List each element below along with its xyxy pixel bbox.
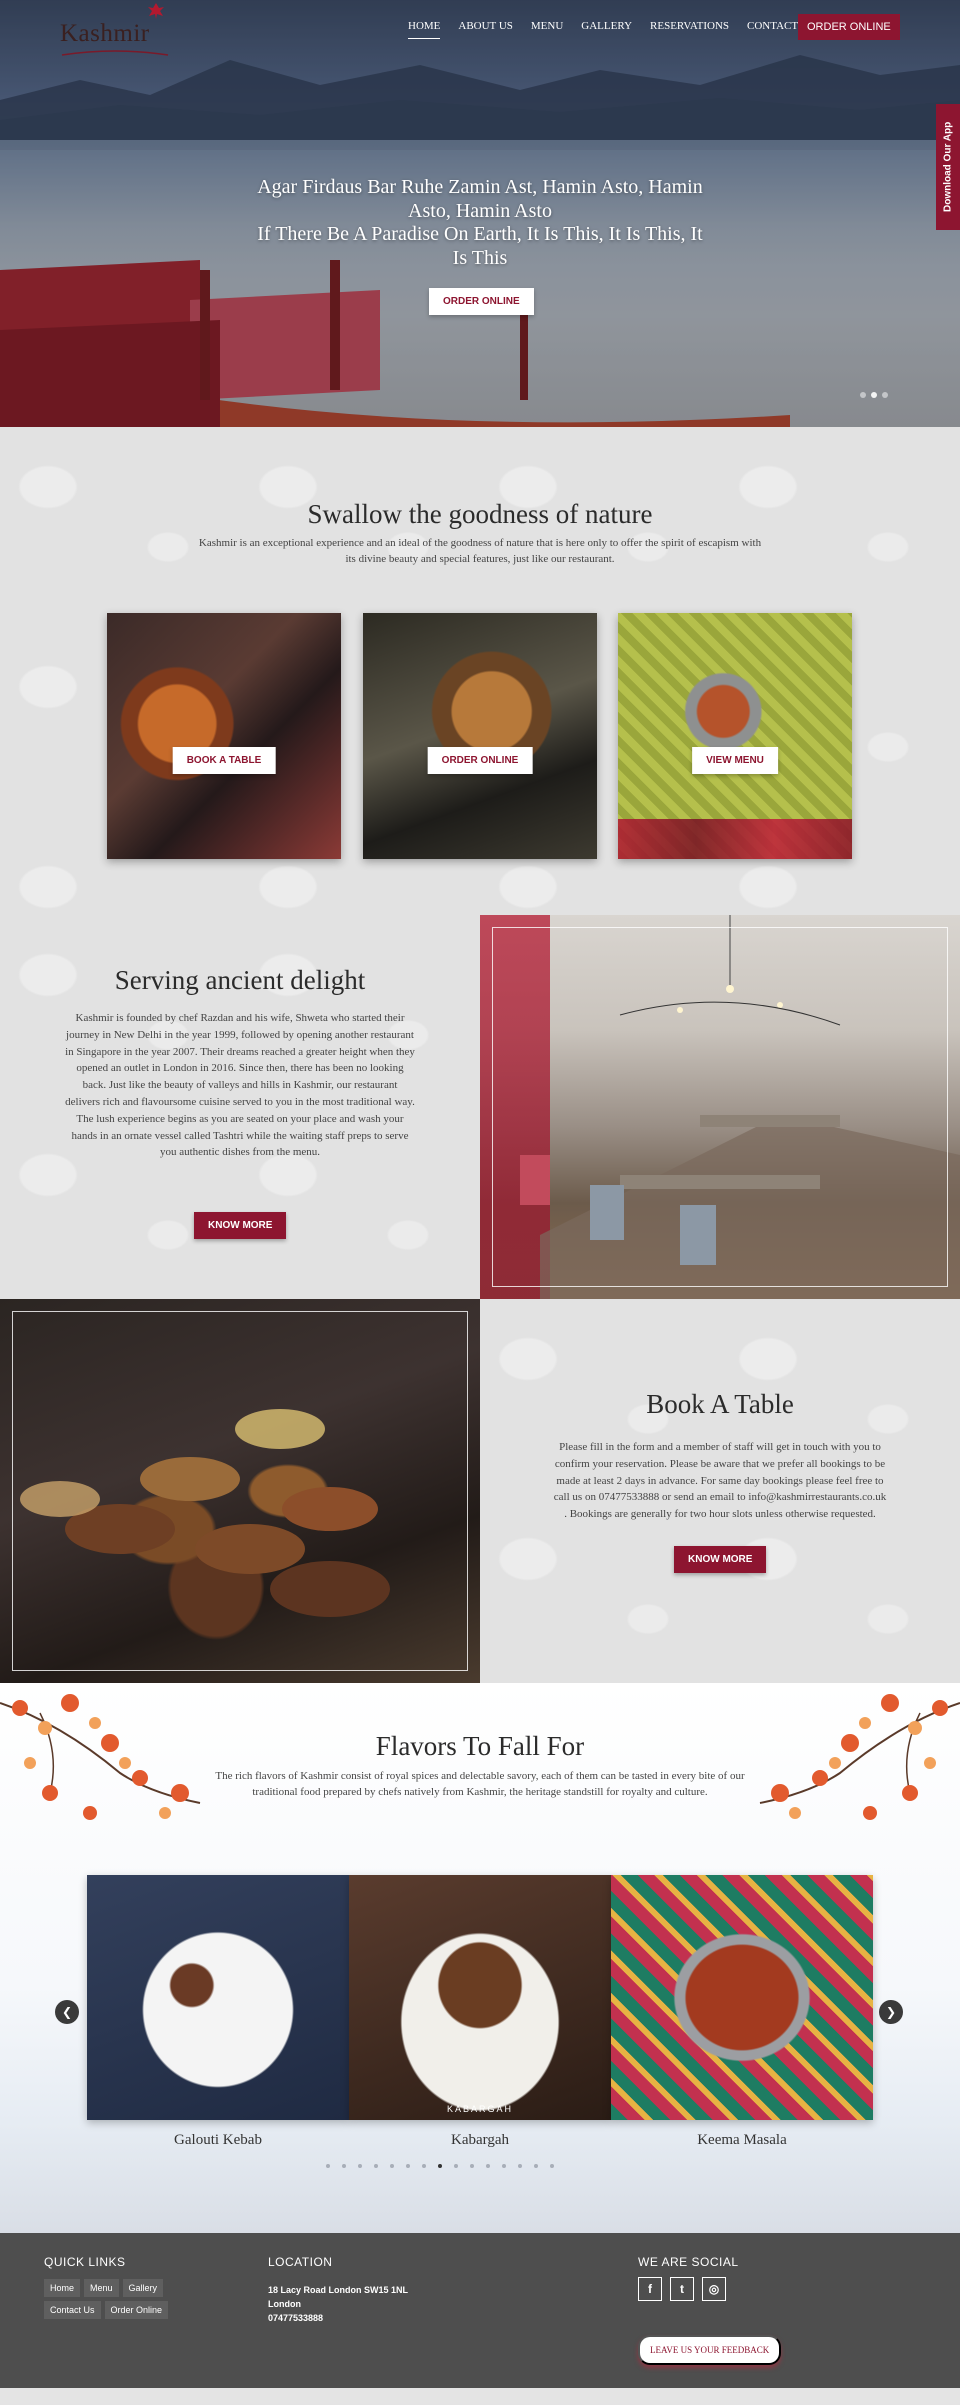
- quick-links-title: QUICK LINKS: [44, 2255, 126, 2269]
- view-menu-button[interactable]: VIEW MENU: [692, 747, 778, 774]
- flavors-title: Flavors To Fall For: [375, 1731, 585, 1761]
- carousel-dot[interactable]: [390, 2164, 394, 2168]
- logo-swirl-icon: [61, 50, 169, 56]
- hero-line-english: If There Be A Paradise On Earth, It Is T…: [257, 223, 703, 269]
- dish-card-kabargah[interactable]: KABARGAH: [349, 1875, 611, 2120]
- download-app-tab[interactable]: Download Our App: [936, 104, 960, 230]
- nav-menu-link[interactable]: MENU: [531, 20, 563, 39]
- dish-name: Keema Masala: [697, 2132, 787, 2148]
- carousel-dots: [326, 2164, 554, 2168]
- instagram-icon[interactable]: ◎: [702, 2277, 726, 2301]
- intro-text: Kashmir is an exceptional experience and…: [198, 537, 762, 565]
- chevron-right-icon[interactable]: ❯: [879, 2000, 903, 2024]
- card-view-menu[interactable]: VIEW MENU: [618, 613, 852, 859]
- nav-about-us[interactable]: ABOUT US: [458, 20, 513, 39]
- carousel-dot[interactable]: [486, 2164, 490, 2168]
- serving-title: Serving ancient delight: [114, 965, 366, 995]
- carousel-dot[interactable]: [358, 2164, 362, 2168]
- nav-home[interactable]: HOME: [408, 20, 441, 39]
- carousel-dot[interactable]: [518, 2164, 522, 2168]
- serving-know-more-button[interactable]: KNOW MORE: [194, 1212, 287, 1239]
- carousel-dot[interactable]: [470, 2164, 474, 2168]
- footer-link-home[interactable]: Home: [44, 2279, 81, 2297]
- logo[interactable]: Kashmir: [60, 20, 169, 56]
- card-book-table[interactable]: BOOK A TABLE: [107, 613, 341, 859]
- flavors-section: Flavors To Fall For The rich flavors of …: [0, 1683, 960, 2233]
- hero-order-online-button[interactable]: ORDER ONLINE: [429, 288, 534, 315]
- twitter-icon[interactable]: t: [670, 2277, 694, 2301]
- carousel-dot-active[interactable]: [438, 2164, 442, 2168]
- facebook-icon[interactable]: f: [638, 2277, 662, 2301]
- nav-menu: HOME ABOUT US MENU GALLERY RESERVATIONS …: [408, 20, 833, 39]
- serving-text: Kashmir is founded by chef Razdan and hi…: [65, 1012, 415, 1159]
- hero-heading: Agar Firdaus Bar Ruhe Zamin Ast, Hamin A…: [255, 176, 705, 270]
- logo-text: Kashmir: [60, 20, 150, 47]
- dish-card-keema-masala[interactable]: [611, 1875, 873, 2120]
- footer-link-contact-us[interactable]: Contact Us: [44, 2301, 101, 2319]
- hero-section: Kashmir HOME ABOUT US MENU GALLERY RESER…: [0, 0, 960, 427]
- footer-link-menu[interactable]: Menu: [84, 2279, 119, 2297]
- nav-reservations[interactable]: RESERVATIONS: [650, 20, 729, 39]
- restaurant-interior-image: [480, 915, 960, 1299]
- address: 18 Lacy Road London SW15 1NL London 0747…: [268, 2283, 408, 2325]
- nav-gallery[interactable]: GALLERY: [581, 20, 632, 39]
- nav-order-online-button[interactable]: ORDER ONLINE: [798, 14, 900, 40]
- book-title: Book A Table: [646, 1389, 794, 1419]
- address-line: 18 Lacy Road London SW15 1NL: [268, 2285, 409, 2295]
- address-city: London: [268, 2299, 301, 2309]
- carousel-dot[interactable]: [454, 2164, 458, 2168]
- hero-dot[interactable]: [860, 392, 866, 398]
- intro-section: Swallow the goodness of nature Kashmir i…: [0, 427, 960, 915]
- carousel-dot[interactable]: [406, 2164, 410, 2168]
- food-spread-image: [0, 1299, 480, 1683]
- chinar-leaf-icon: [148, 3, 164, 19]
- book-a-table-button[interactable]: BOOK A TABLE: [172, 747, 276, 774]
- hero-slider-dots: [860, 392, 888, 398]
- carousel-dot[interactable]: [422, 2164, 426, 2168]
- hero-dot-active[interactable]: [871, 392, 877, 398]
- carousel-dot[interactable]: [342, 2164, 346, 2168]
- carousel-dot[interactable]: [326, 2164, 330, 2168]
- book-text: Please fill in the form and a member of …: [553, 1441, 887, 1521]
- intro-title: Swallow the goodness of nature: [307, 499, 653, 529]
- phone-number[interactable]: 07477533888: [268, 2311, 408, 2325]
- quick-links: Home Menu Gallery Contact Us Order Onlin…: [44, 2279, 204, 2319]
- book-table-section: Book A Table Please fill in the form and…: [0, 1299, 960, 1683]
- chevron-left-icon[interactable]: ❮: [55, 2000, 79, 2024]
- carousel-dot[interactable]: [550, 2164, 554, 2168]
- card-order-online[interactable]: ORDER ONLINE: [363, 613, 597, 859]
- hero-dot[interactable]: [882, 392, 888, 398]
- hero-line-kashmiri: Agar Firdaus Bar Ruhe Zamin Ast, Hamin A…: [257, 176, 703, 222]
- location-title: LOCATION: [268, 2255, 333, 2269]
- book-know-more-button[interactable]: KNOW MORE: [674, 1546, 767, 1573]
- serving-section: Serving ancient delight Kashmir is found…: [0, 915, 960, 1299]
- dish-name: Kabargah: [450, 2132, 510, 2148]
- leave-feedback-button[interactable]: LEAVE US YOUR FEEDBACK: [638, 2335, 782, 2365]
- social-links: f t ◎: [638, 2277, 726, 2301]
- footer-link-order-online[interactable]: Order Online: [104, 2301, 169, 2319]
- dish-caption: KABARGAH: [446, 2104, 513, 2114]
- footer-link-gallery[interactable]: Gallery: [122, 2279, 164, 2297]
- carousel-dot[interactable]: [374, 2164, 378, 2168]
- card-order-online-button[interactable]: ORDER ONLINE: [427, 747, 533, 774]
- flavors-text: The rich flavors of Kashmir consist of r…: [215, 1770, 745, 1798]
- dish-card-galouti-kebab[interactable]: [87, 1875, 349, 2120]
- footer: QUICK LINKS Home Menu Gallery Contact Us…: [0, 2233, 960, 2388]
- carousel-dot[interactable]: [502, 2164, 506, 2168]
- social-title: WE ARE SOCIAL: [638, 2255, 739, 2269]
- carousel-dot[interactable]: [534, 2164, 538, 2168]
- dish-name: Galouti Kebab: [174, 2132, 262, 2148]
- main-navigation: Kashmir HOME ABOUT US MENU GALLERY RESER…: [0, 0, 960, 60]
